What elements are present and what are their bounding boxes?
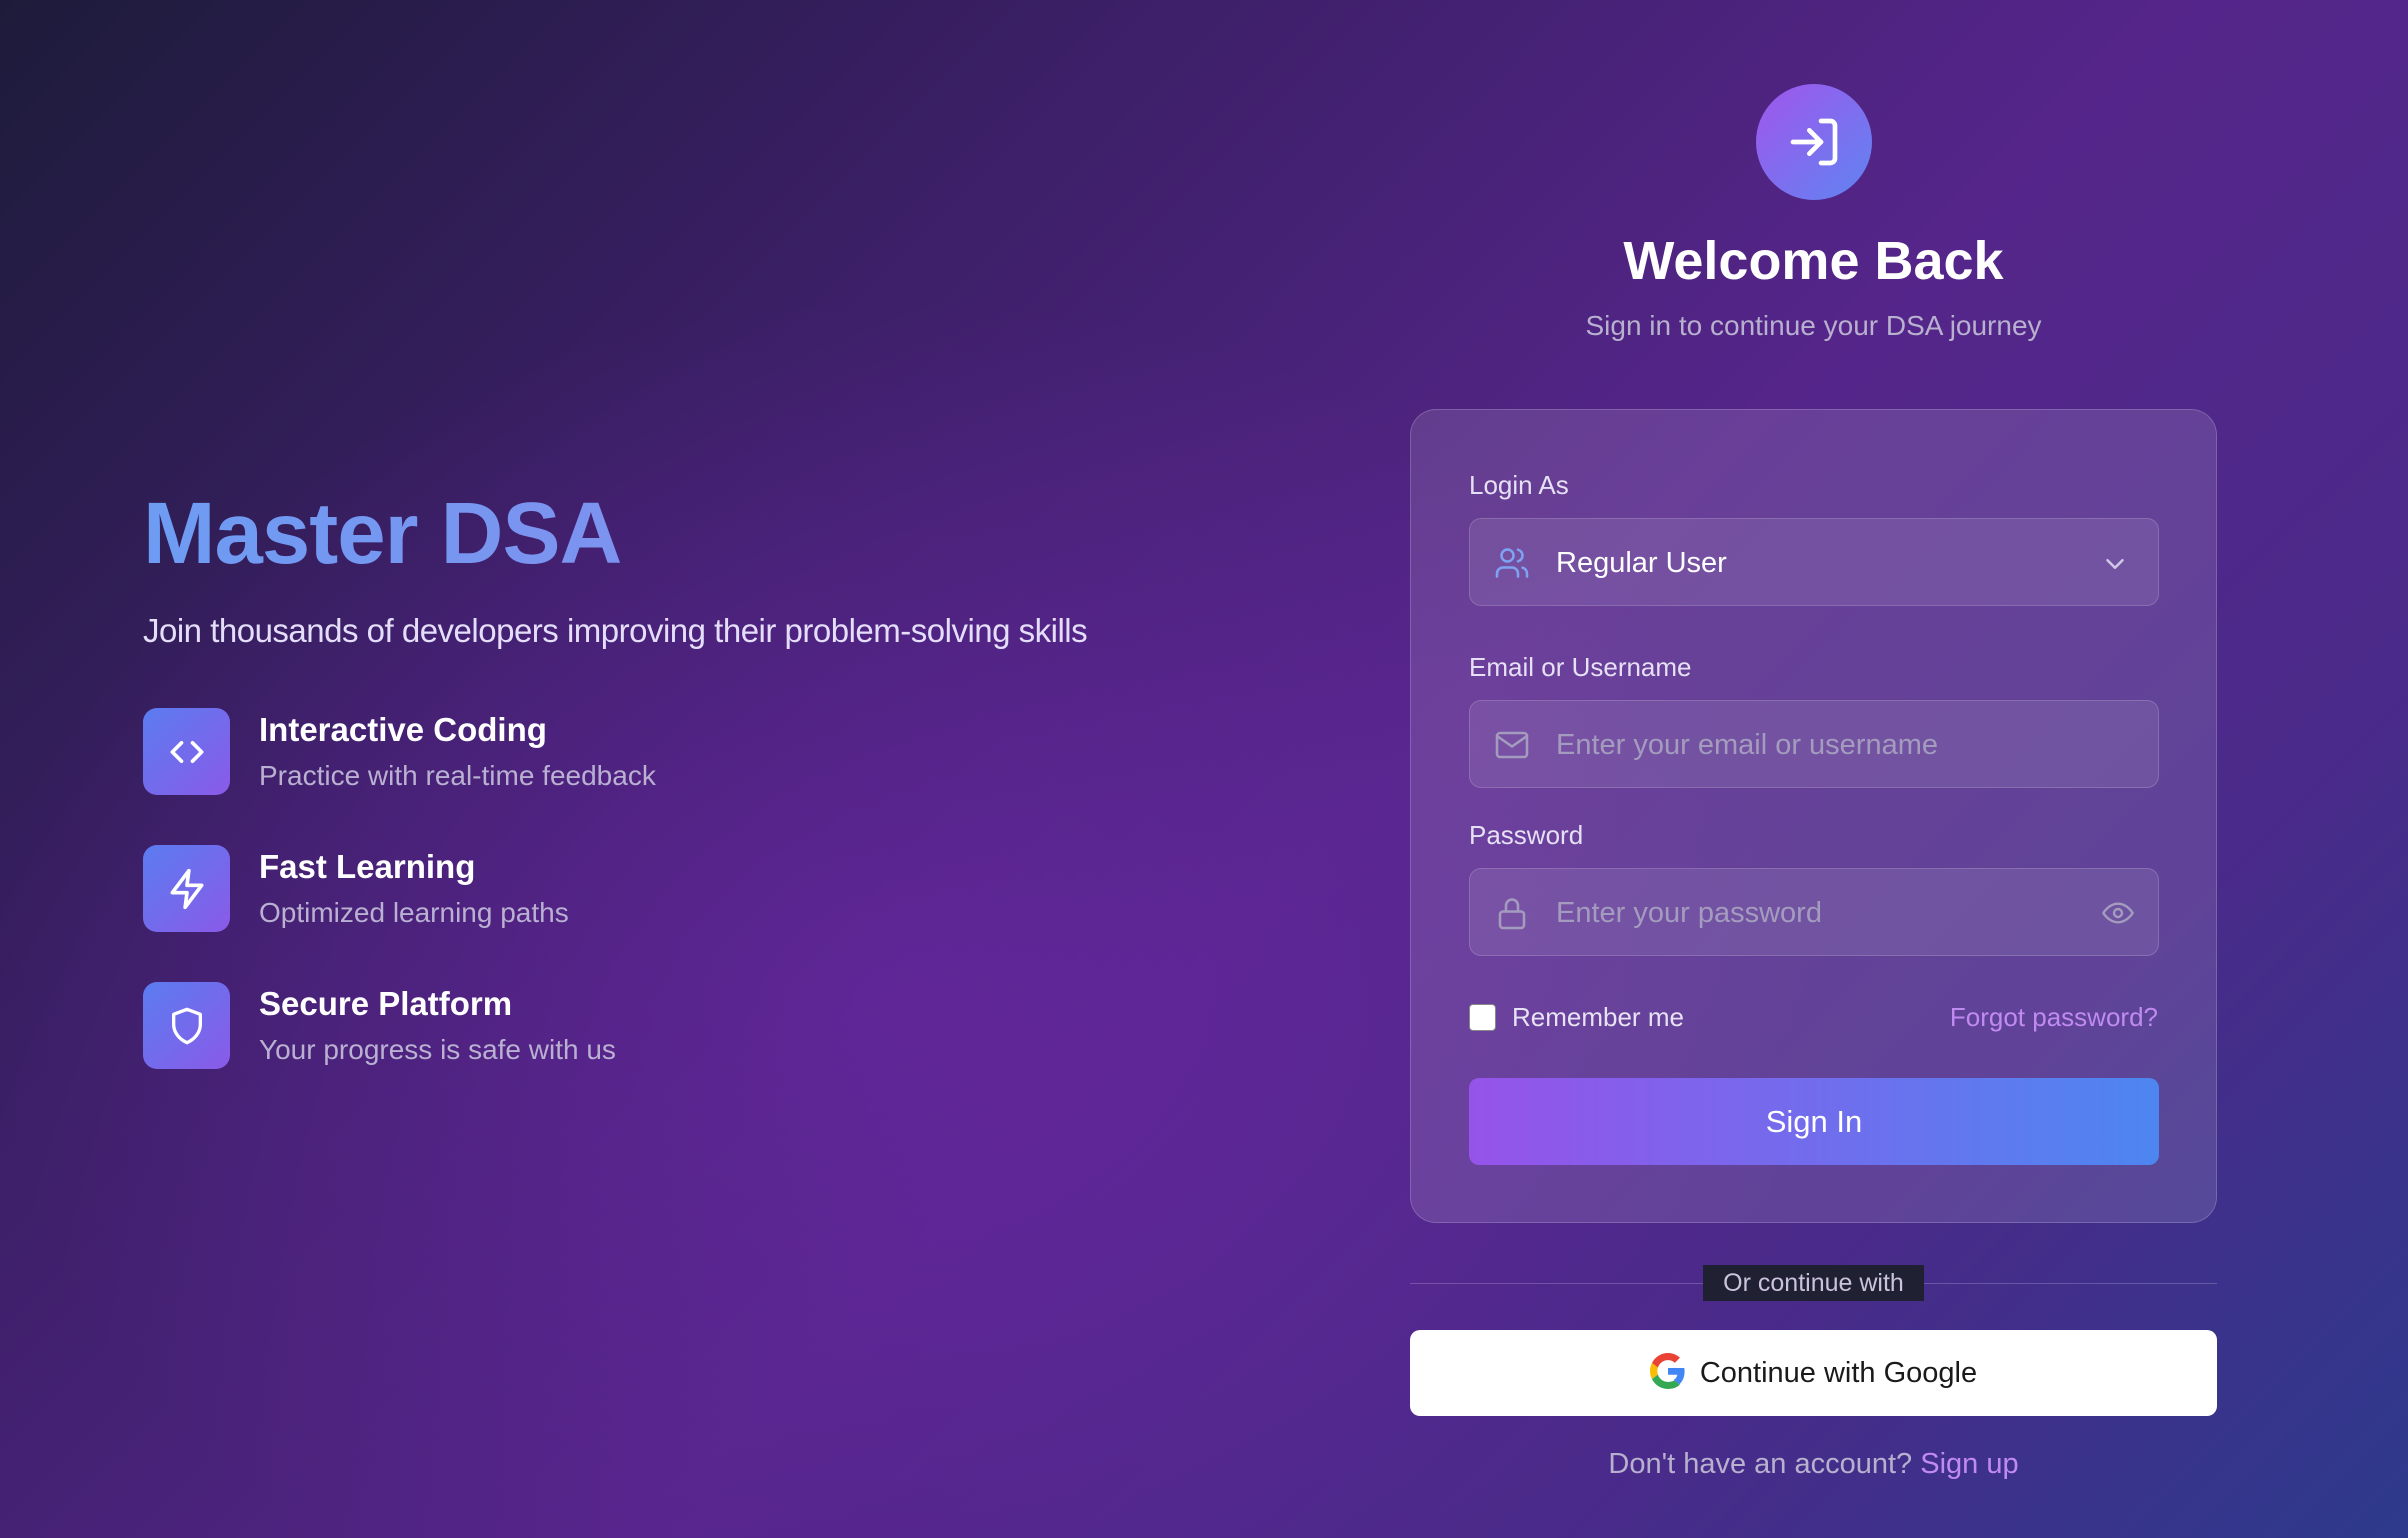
feature-title: Fast Learning <box>259 848 476 885</box>
feature-description: Your progress is safe with us <box>259 1034 616 1065</box>
page-title: Welcome Back <box>1623 231 2004 291</box>
shield-icon <box>143 982 230 1069</box>
sign-up-link[interactable]: Sign up <box>1920 1448 2018 1480</box>
remember-me-label: Remember me <box>1512 1002 1684 1032</box>
feature-list: Interactive Coding Practice with real-ti… <box>143 708 1243 1119</box>
users-icon <box>1494 545 1530 581</box>
login-as-select[interactable]: Regular User <box>1469 518 2159 606</box>
password-field[interactable]: Enter your password <box>1469 868 2159 956</box>
email-field[interactable]: Enter your email or username <box>1469 700 2159 788</box>
login-as-label: Login As <box>1469 470 1569 500</box>
feature-item-secure-platform: Secure Platform Your progress is safe wi… <box>143 982 1243 1119</box>
feature-title: Secure Platform <box>259 985 513 1022</box>
mail-icon <box>1494 727 1530 763</box>
google-sign-in-button[interactable]: Continue with Google <box>1410 1330 2217 1416</box>
login-as-value: Regular User <box>1556 547 1727 579</box>
password-label: Password <box>1469 820 1584 850</box>
code-icon <box>143 708 230 795</box>
signup-prompt: Don't have an account? Sign up <box>1410 1448 2217 1481</box>
feature-item-interactive-coding: Interactive Coding Practice with real-ti… <box>143 708 1243 845</box>
feature-item-fast-learning: Fast Learning Optimized learning paths <box>143 845 1243 982</box>
remember-me: Remember me <box>1469 1002 1684 1033</box>
password-placeholder: Enter your password <box>1556 897 1822 929</box>
feature-description: Optimized learning paths <box>259 897 569 928</box>
sign-in-icon <box>1756 84 1872 200</box>
hero-subtitle: Join thousands of developers improving t… <box>143 612 1088 649</box>
page-subtitle: Sign in to continue your DSA journey <box>1585 310 2042 341</box>
email-label: Email or Username <box>1469 652 1692 682</box>
remember-me-checkbox[interactable] <box>1469 1004 1496 1031</box>
chevron-down-icon <box>2100 549 2136 581</box>
forgot-password-link[interactable]: Forgot password? <box>1950 1002 2158 1032</box>
email-placeholder: Enter your email or username <box>1556 729 1938 761</box>
hero-section: Master DSA Join thousands of developers … <box>143 484 1243 1119</box>
hero-title: Master DSA <box>143 484 1243 584</box>
no-account-text: Don't have an account? <box>1608 1448 1913 1480</box>
login-form: Login As Regular User Email or Username … <box>1410 409 2217 1223</box>
google-icon <box>1649 1352 1686 1394</box>
eye-icon[interactable] <box>2100 897 2136 929</box>
feature-description: Practice with real-time feedback <box>259 760 656 791</box>
lightning-icon <box>143 845 230 932</box>
lock-icon <box>1494 895 1530 931</box>
sign-in-button[interactable]: Sign In <box>1469 1078 2159 1165</box>
google-button-label: Continue with Google <box>1699 1356 1978 1389</box>
feature-title: Interactive Coding <box>259 711 547 748</box>
divider-label: Or continue with <box>1703 1265 1924 1301</box>
